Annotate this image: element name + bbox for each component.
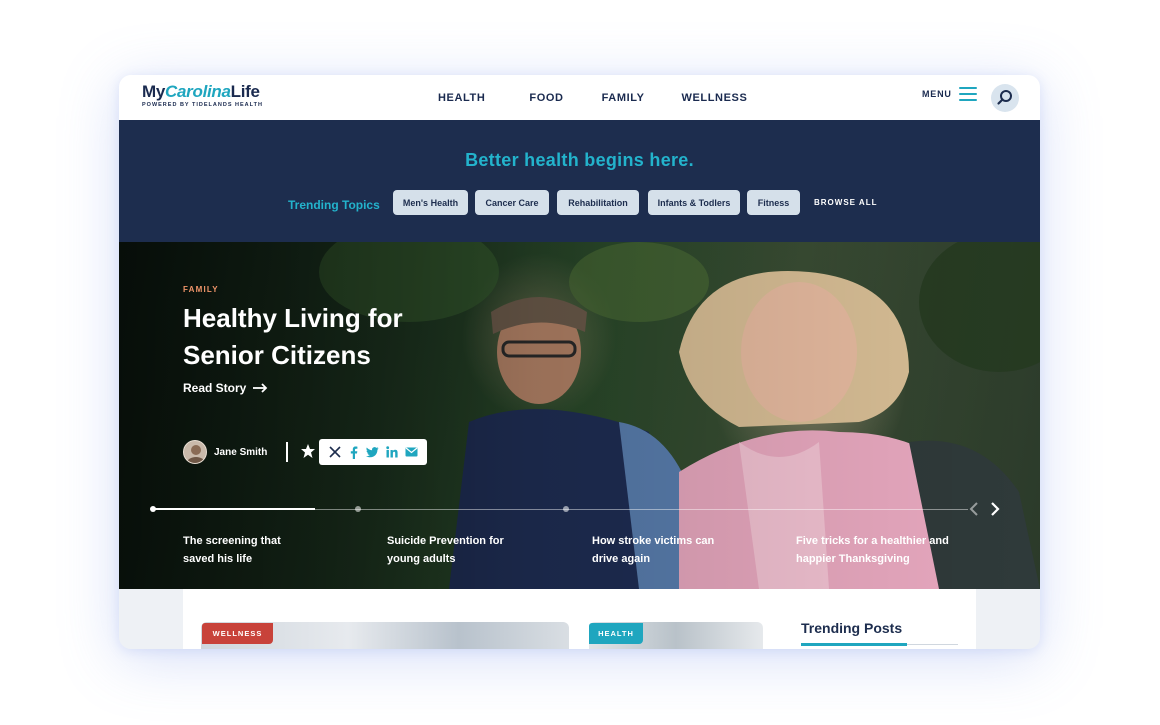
nav-health[interactable]: HEALTH [438,92,485,104]
topic-banner: Better health begins here. Trending Topi… [119,120,1040,242]
author-info[interactable]: Jane Smith [183,440,267,464]
carousel-prev-button[interactable] [967,500,981,518]
bookmark-button[interactable] [300,443,316,459]
topic-chip-fitness[interactable]: Fitness [747,190,800,215]
hamburger-icon [958,87,977,101]
site-logo[interactable]: MyCarolinaLife POWERED BY TIDELANDS HEAL… [142,82,263,109]
author-name: Jane Smith [214,446,268,458]
menu-label: MENU [922,89,952,99]
topic-chip-mens-health[interactable]: Men's Health [393,190,468,215]
star-icon [301,444,315,458]
chevron-left-icon [969,502,978,516]
slide-2-line-2: young adults [387,553,456,565]
carousel-dot-1[interactable] [150,506,156,512]
slide-1-line-2: saved his life [183,553,253,565]
nav-wellness[interactable]: WELLNESS [682,92,748,104]
site-header: MyCarolinaLife POWERED BY TIDELANDS HEAL… [119,75,1040,120]
read-story-link[interactable]: Read Story [183,381,268,395]
carousel-next-button[interactable] [988,500,1002,518]
linkedin-icon[interactable] [385,445,399,459]
trending-posts-heading: Trending Posts [801,620,903,636]
hero-title-line-1: Healthy Living for [183,303,403,333]
main-nav: HEALTH FOOD FAMILY WELLNESS [438,92,791,104]
content-section: WELLNESS HEALTH Trending Posts [183,589,976,649]
trending-topics-label: Trending Topics [288,198,380,212]
carousel-progress [152,508,316,510]
x-icon[interactable] [328,445,342,459]
nav-food[interactable]: FOOD [529,92,563,104]
hero-title-line-2: Senior Citizens [183,340,371,370]
slide-3-line-1: How stroke victims can [592,535,715,547]
badge-wellness[interactable]: WELLNESS [202,623,273,644]
slide-4-line-2: happier Thanksgiving [796,553,910,565]
menu-button[interactable]: MENU [922,87,977,101]
logo-life: Life [230,82,260,101]
banner-tagline: Better health begins here. [465,150,694,170]
arrow-right-icon [253,383,268,393]
browse-all-link[interactable]: BROWSE ALL [814,198,877,207]
read-story-label: Read Story [183,381,247,395]
email-icon[interactable] [404,445,418,459]
carousel-slide-4[interactable]: Five tricks for a healthier and happier … [796,532,976,568]
slide-2-line-1: Suicide Prevention for [387,535,504,547]
carousel-dot-2[interactable] [355,506,361,512]
nav-family[interactable]: FAMILY [602,92,645,104]
slide-3-line-2: drive again [592,553,651,565]
topic-chip-cancer-care[interactable]: Cancer Care [475,190,549,215]
browser-frame: MyCarolinaLife POWERED BY TIDELANDS HEAL… [119,75,1040,649]
chevron-right-icon [991,502,1000,516]
search-button[interactable] [991,84,1019,112]
topic-chip-infants-todlers[interactable]: Infants & Todlers [648,190,740,215]
hero-title[interactable]: Healthy Living for Senior Citizens [183,300,483,374]
carousel-slide-1[interactable]: The screening that saved his life [183,532,353,568]
slide-1-line-1: The screening that [183,535,281,547]
logo-carolina: Carolina [165,82,231,101]
logo-my: My [142,82,166,101]
carousel-slide-3[interactable]: How stroke victims can drive again [592,532,762,568]
author-avatar [183,440,207,464]
trending-posts-underline-accent [801,643,907,646]
author-divider [286,442,288,462]
carousel-dot-3[interactable] [563,506,569,512]
facebook-icon[interactable] [347,445,361,459]
badge-health[interactable]: HEALTH [589,623,643,644]
twitter-icon[interactable] [366,445,380,459]
search-icon [997,90,1012,105]
hero-category[interactable]: FAMILY [183,285,219,294]
slide-4-line-1: Five tricks for a healthier and [796,535,949,547]
logo-tagline: POWERED BY TIDELANDS HEALTH [142,102,263,108]
carousel-slide-2[interactable]: Suicide Prevention for young adults [387,532,557,568]
share-bar [319,439,427,465]
hero-carousel: FAMILY Healthy Living for Senior Citizen… [119,242,1040,589]
topic-chip-rehabilitation[interactable]: Rehabilitation [557,190,639,215]
